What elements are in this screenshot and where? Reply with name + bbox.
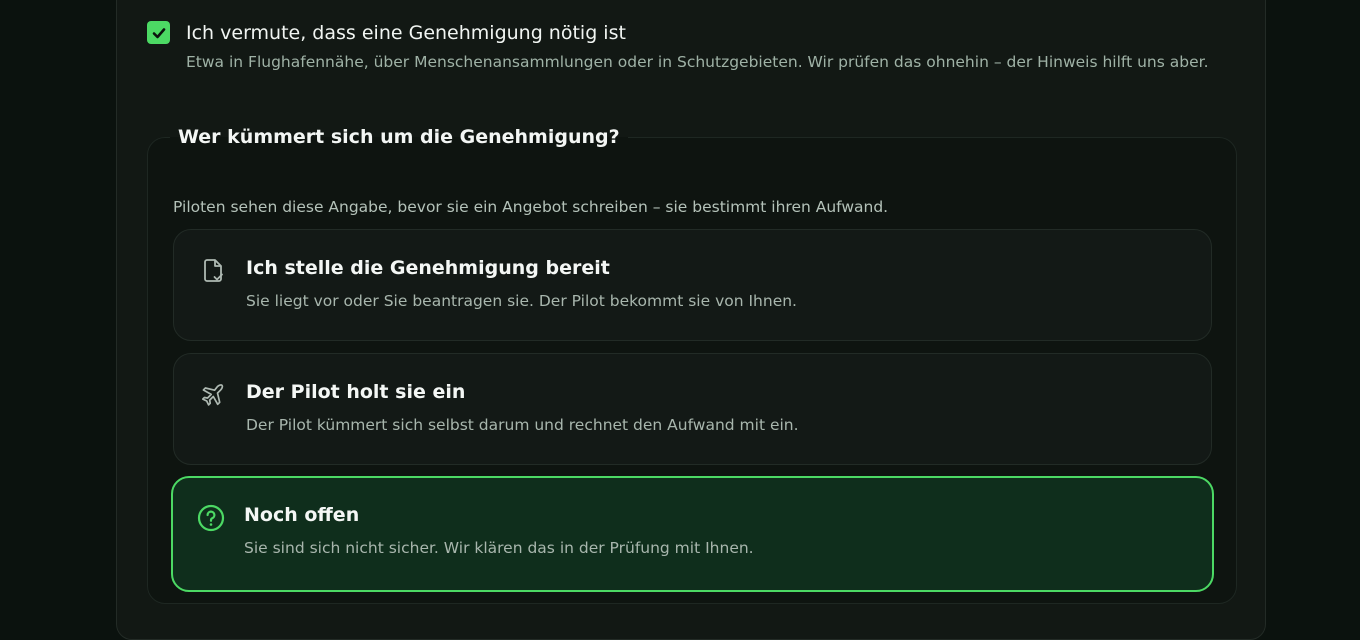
file-check-icon (204, 259, 223, 282)
checkmark-icon (152, 27, 165, 38)
permit-responsibility-legend: Wer kümmert sich um die Genehmigung? (178, 126, 620, 148)
option-title: Noch offen (244, 504, 360, 526)
option-title: Ich stelle die Genehmigung bereit (246, 257, 610, 279)
permit-responsibility-group: Wer kümmert sich um die Genehmigung? Pil… (147, 126, 1237, 604)
permit-responsibility-help: Piloten sehen diese Angabe, bevor sie ei… (173, 198, 889, 216)
plane-icon (201, 384, 224, 406)
option-description: Sie liegt vor oder Sie beantragen sie. D… (246, 292, 797, 310)
permit-needed-help: Etwa in Flughafennähe, über Menschenansa… (186, 53, 1209, 71)
option-description: Der Pilot kümmert sich selbst darum und … (246, 416, 799, 434)
permit-needed-label[interactable]: Ich vermute, dass eine Genehmigung nötig… (186, 20, 626, 46)
option-title: Der Pilot holt sie ein (246, 381, 466, 403)
permit-needed-checkbox[interactable] (147, 21, 170, 44)
option-client-provides-permit[interactable]: Ich stelle die Genehmigung bereit Sie li… (173, 229, 1212, 341)
option-pilot-obtains-permit[interactable]: Der Pilot holt sie ein Der Pilot kümmert… (173, 353, 1212, 465)
option-description: Sie sind sich nicht sicher. Wir klären d… (244, 539, 754, 557)
option-still-open[interactable]: Noch offen Sie sind sich nicht sicher. W… (171, 476, 1214, 592)
question-circle-icon (197, 504, 225, 532)
